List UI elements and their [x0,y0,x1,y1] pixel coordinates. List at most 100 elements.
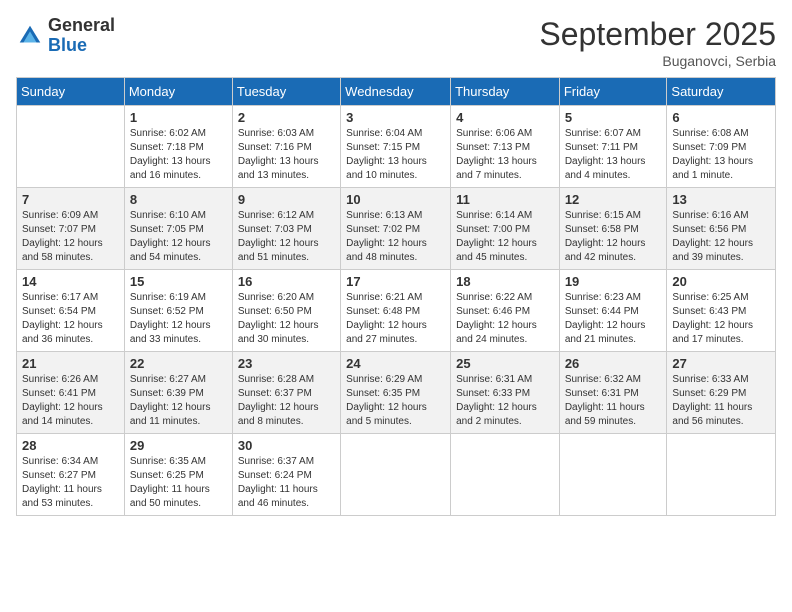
header-thursday: Thursday [451,78,560,106]
calendar-cell: 17 Sunrise: 6:21 AMSunset: 6:48 PMDayligh… [341,270,451,352]
day-info: Sunrise: 6:21 AMSunset: 6:48 PMDaylight:… [346,291,445,347]
day-info: Sunrise: 6:25 AMSunset: 6:43 PMDaylight:… [672,291,770,347]
header-tuesday: Tuesday [232,78,340,106]
day-info: Sunrise: 6:17 AMSunset: 6:54 PMDaylight:… [22,291,119,347]
calendar-cell: 4 Sunrise: 6:06 AMSunset: 7:13 PMDaylight… [451,106,560,188]
day-number: 28 [22,438,119,453]
calendar-cell: 13 Sunrise: 6:16 AMSunset: 6:56 PMDayligh… [667,188,776,270]
calendar-cell: 21 Sunrise: 6:26 AMSunset: 6:41 PMDayligh… [17,352,125,434]
calendar-cell: 16Sunrise: 6:20 AMSunset: 6:50 PMDayligh… [232,270,340,352]
calendar-cell: 15 Sunrise: 6:19 AMSunset: 6:52 PMDayligh… [124,270,232,352]
calendar-cell: 2 Sunrise: 6:03 AMSunset: 7:16 PMDaylight… [232,106,340,188]
calendar-cell: 12 Sunrise: 6:15 AMSunset: 6:58 PMDayligh… [559,188,667,270]
day-number: 14 [22,274,119,289]
calendar-week-4: 28 Sunrise: 6:34 AMSunset: 6:27 PMDayligh… [17,434,776,516]
calendar-cell: 5 Sunrise: 6:07 AMSunset: 7:11 PMDaylight… [559,106,667,188]
day-info: Sunrise: 6:13 AMSunset: 7:02 PMDaylight:… [346,209,445,265]
calendar-subtitle: Buganovci, Serbia [539,53,776,69]
day-info: Sunrise: 6:15 AMSunset: 6:58 PMDaylight:… [565,209,662,265]
day-info: Sunrise: 6:09 AMSunset: 7:07 PMDaylight:… [22,209,119,265]
day-info: Sunrise: 6:12 AMSunset: 7:03 PMDaylight:… [238,209,335,265]
header-row: Sunday Monday Tuesday Wednesday Thursday… [17,78,776,106]
day-info: Sunrise: 6:07 AMSunset: 7:11 PMDaylight:… [565,127,662,183]
day-info: Sunrise: 6:19 AMSunset: 6:52 PMDaylight:… [130,291,227,347]
day-number: 29 [130,438,227,453]
calendar-cell: 22 Sunrise: 6:27 AMSunset: 6:39 PMDayligh… [124,352,232,434]
calendar-cell: 20 Sunrise: 6:25 AMSunset: 6:43 PMDayligh… [667,270,776,352]
calendar-cell: 28 Sunrise: 6:34 AMSunset: 6:27 PMDayligh… [17,434,125,516]
day-number: 18 [456,274,554,289]
calendar-cell: 29Sunrise: 6:35 AMSunset: 6:25 PMDayligh… [124,434,232,516]
day-number: 10 [346,192,445,207]
logo: General Blue [16,16,115,56]
day-number: 24 [346,356,445,371]
day-info: Sunrise: 6:03 AMSunset: 7:16 PMDaylight:… [238,127,335,183]
calendar-week-2: 14 Sunrise: 6:17 AMSunset: 6:54 PMDayligh… [17,270,776,352]
day-info: Sunrise: 6:14 AMSunset: 7:00 PMDaylight:… [456,209,554,265]
calendar-cell: 1Sunrise: 6:02 AMSunset: 7:18 PMDaylight… [124,106,232,188]
day-number: 15 [130,274,227,289]
calendar-cell: 23 Sunrise: 6:28 AMSunset: 6:37 PMDayligh… [232,352,340,434]
calendar-cell: 18 Sunrise: 6:22 AMSunset: 6:46 PMDayligh… [451,270,560,352]
calendar-cell: 7Sunrise: 6:09 AMSunset: 7:07 PMDaylight… [17,188,125,270]
day-number: 13 [672,192,770,207]
day-number: 22 [130,356,227,371]
calendar-body: 1Sunrise: 6:02 AMSunset: 7:18 PMDaylight… [17,106,776,516]
day-info: Sunrise: 6:04 AMSunset: 7:15 PMDaylight:… [346,127,445,183]
day-info: Sunrise: 6:32 AMSunset: 6:31 PMDaylight:… [565,373,662,429]
header-saturday: Saturday [667,78,776,106]
calendar-cell: 19Sunrise: 6:23 AMSunset: 6:44 PMDayligh… [559,270,667,352]
day-number: 3 [346,110,445,125]
day-number: 20 [672,274,770,289]
logo-general: General [48,16,115,36]
day-number: 25 [456,356,554,371]
calendar-cell [451,434,560,516]
day-number: 5 [565,110,662,125]
calendar-cell [341,434,451,516]
day-number: 4 [456,110,554,125]
day-number: 21 [22,356,119,371]
day-info: Sunrise: 6:31 AMSunset: 6:33 PMDaylight:… [456,373,554,429]
calendar-header: Sunday Monday Tuesday Wednesday Thursday… [17,78,776,106]
day-number: 19 [565,274,662,289]
day-info: Sunrise: 6:27 AMSunset: 6:39 PMDaylight:… [130,373,227,429]
calendar-table: Sunday Monday Tuesday Wednesday Thursday… [16,77,776,516]
day-number: 26 [565,356,662,371]
day-info: Sunrise: 6:28 AMSunset: 6:37 PMDaylight:… [238,373,335,429]
day-number: 8 [130,192,227,207]
day-number: 2 [238,110,335,125]
calendar-cell: 8Sunrise: 6:10 AMSunset: 7:05 PMDaylight… [124,188,232,270]
day-info: Sunrise: 6:22 AMSunset: 6:46 PMDaylight:… [456,291,554,347]
day-number: 16 [238,274,335,289]
day-info: Sunrise: 6:16 AMSunset: 6:56 PMDaylight:… [672,209,770,265]
day-info: Sunrise: 6:33 AMSunset: 6:29 PMDaylight:… [672,373,770,429]
day-info: Sunrise: 6:26 AMSunset: 6:41 PMDaylight:… [22,373,119,429]
day-number: 12 [565,192,662,207]
day-number: 30 [238,438,335,453]
day-number: 6 [672,110,770,125]
header-friday: Friday [559,78,667,106]
calendar-week-0: 1Sunrise: 6:02 AMSunset: 7:18 PMDaylight… [17,106,776,188]
day-number: 23 [238,356,335,371]
calendar-cell: 14 Sunrise: 6:17 AMSunset: 6:54 PMDayligh… [17,270,125,352]
header-monday: Monday [124,78,232,106]
calendar-cell: 6 Sunrise: 6:08 AMSunset: 7:09 PMDaylight… [667,106,776,188]
calendar-cell: 24Sunrise: 6:29 AMSunset: 6:35 PMDayligh… [341,352,451,434]
day-info: Sunrise: 6:08 AMSunset: 7:09 PMDaylight:… [672,127,770,183]
page-header: General Blue September 2025 Buganovci, S… [16,16,776,69]
day-info: Sunrise: 6:34 AMSunset: 6:27 PMDaylight:… [22,455,119,511]
header-sunday: Sunday [17,78,125,106]
day-info: Sunrise: 6:06 AMSunset: 7:13 PMDaylight:… [456,127,554,183]
day-info: Sunrise: 6:37 AMSunset: 6:24 PMDaylight:… [238,455,335,511]
header-wednesday: Wednesday [341,78,451,106]
logo-icon [16,22,44,50]
calendar-cell: 9Sunrise: 6:12 AMSunset: 7:03 PMDaylight… [232,188,340,270]
day-number: 1 [130,110,227,125]
calendar-cell [559,434,667,516]
day-number: 27 [672,356,770,371]
calendar-week-1: 7Sunrise: 6:09 AMSunset: 7:07 PMDaylight… [17,188,776,270]
calendar-title: September 2025 [539,16,776,53]
calendar-cell [667,434,776,516]
day-number: 17 [346,274,445,289]
logo-text: General Blue [48,16,115,56]
